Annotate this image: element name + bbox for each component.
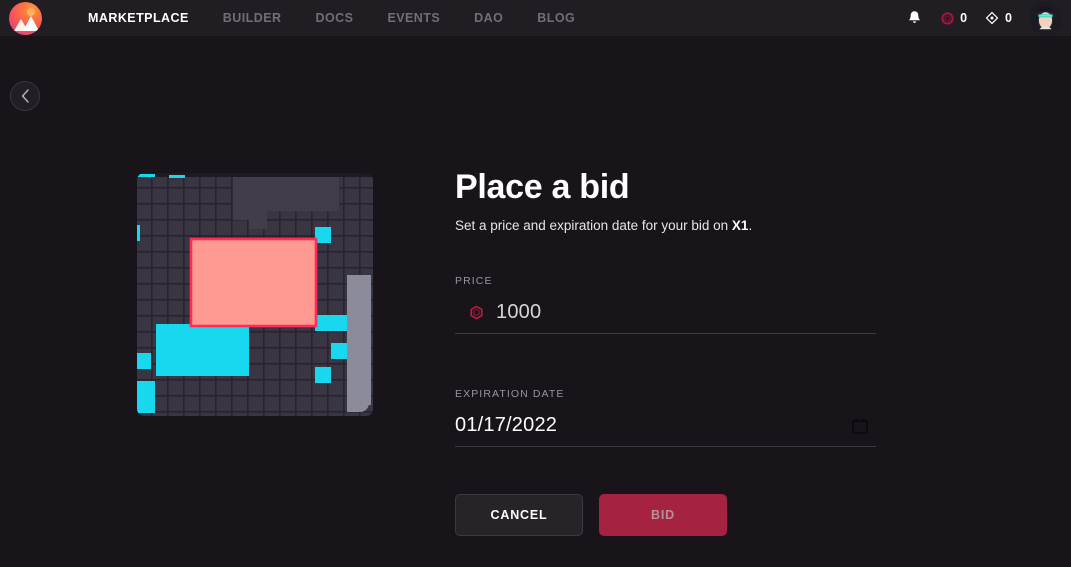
bid-button[interactable]: BID <box>599 494 727 536</box>
nav-link-builder[interactable]: BUILDER <box>206 0 299 36</box>
nav-link-blog[interactable]: BLOG <box>520 0 592 36</box>
expiration-date-label: EXPIRATION DATE <box>455 388 565 400</box>
calendar-icon[interactable] <box>850 416 870 436</box>
logo-peak-right-shape <box>22 15 39 31</box>
price-input-row[interactable]: 1000 <box>455 292 876 334</box>
bell-icon[interactable] <box>897 0 932 36</box>
nav-link-dao[interactable]: DAO <box>457 0 520 36</box>
land-diamond-icon <box>985 11 999 25</box>
page-content: Place a bid Set a price and expiration d… <box>0 36 1071 567</box>
expiration-date-field: EXPIRATION DATE 01/17/2022 <box>455 388 876 447</box>
price-field: PRICE 1000 <box>455 275 876 334</box>
decentraland-logo-icon[interactable] <box>7 0 43 36</box>
form-actions: CANCEL BID <box>455 494 876 536</box>
cancel-button[interactable]: CANCEL <box>455 494 583 536</box>
nav-links: MARKETPLACE BUILDER DOCS EVENTS DAO BLOG <box>71 0 592 36</box>
parcel-preview[interactable] <box>135 171 375 418</box>
mana-balance-amount: 0 <box>960 11 968 25</box>
logo-circle <box>8 1 42 35</box>
land-balance[interactable]: 0 <box>976 0 1021 36</box>
expiration-date-input-row[interactable]: 01/17/2022 <box>455 405 876 447</box>
nav-link-marketplace[interactable]: MARKETPLACE <box>71 0 206 36</box>
user-avatar[interactable] <box>1029 1 1062 35</box>
expiration-date-value[interactable]: 01/17/2022 <box>455 414 557 437</box>
nav-link-events[interactable]: EVENTS <box>370 0 457 36</box>
page-subtitle-suffix: . <box>748 218 753 233</box>
logo-sun-shape <box>26 7 35 16</box>
mana-token-icon <box>941 11 954 25</box>
price-input-value[interactable]: 1000 <box>496 301 541 324</box>
navbar-right-cluster: 0 0 <box>897 0 1071 36</box>
price-label: PRICE <box>455 275 493 287</box>
mana-token-icon <box>469 305 484 320</box>
nav-link-docs[interactable]: DOCS <box>299 0 371 36</box>
page-subtitle: Set a price and expiration date for your… <box>455 217 876 235</box>
land-balance-amount: 0 <box>1005 11 1012 25</box>
mana-balance[interactable]: 0 <box>932 0 976 36</box>
page-title: Place a bid <box>455 168 630 206</box>
page-subtitle-asset-name: X1 <box>731 218 749 233</box>
page-subtitle-text: Set a price and expiration date for your… <box>455 218 732 233</box>
bid-form: Place a bid Set a price and expiration d… <box>455 166 876 536</box>
top-navbar: MARKETPLACE BUILDER DOCS EVENTS DAO BLOG… <box>0 0 1071 36</box>
